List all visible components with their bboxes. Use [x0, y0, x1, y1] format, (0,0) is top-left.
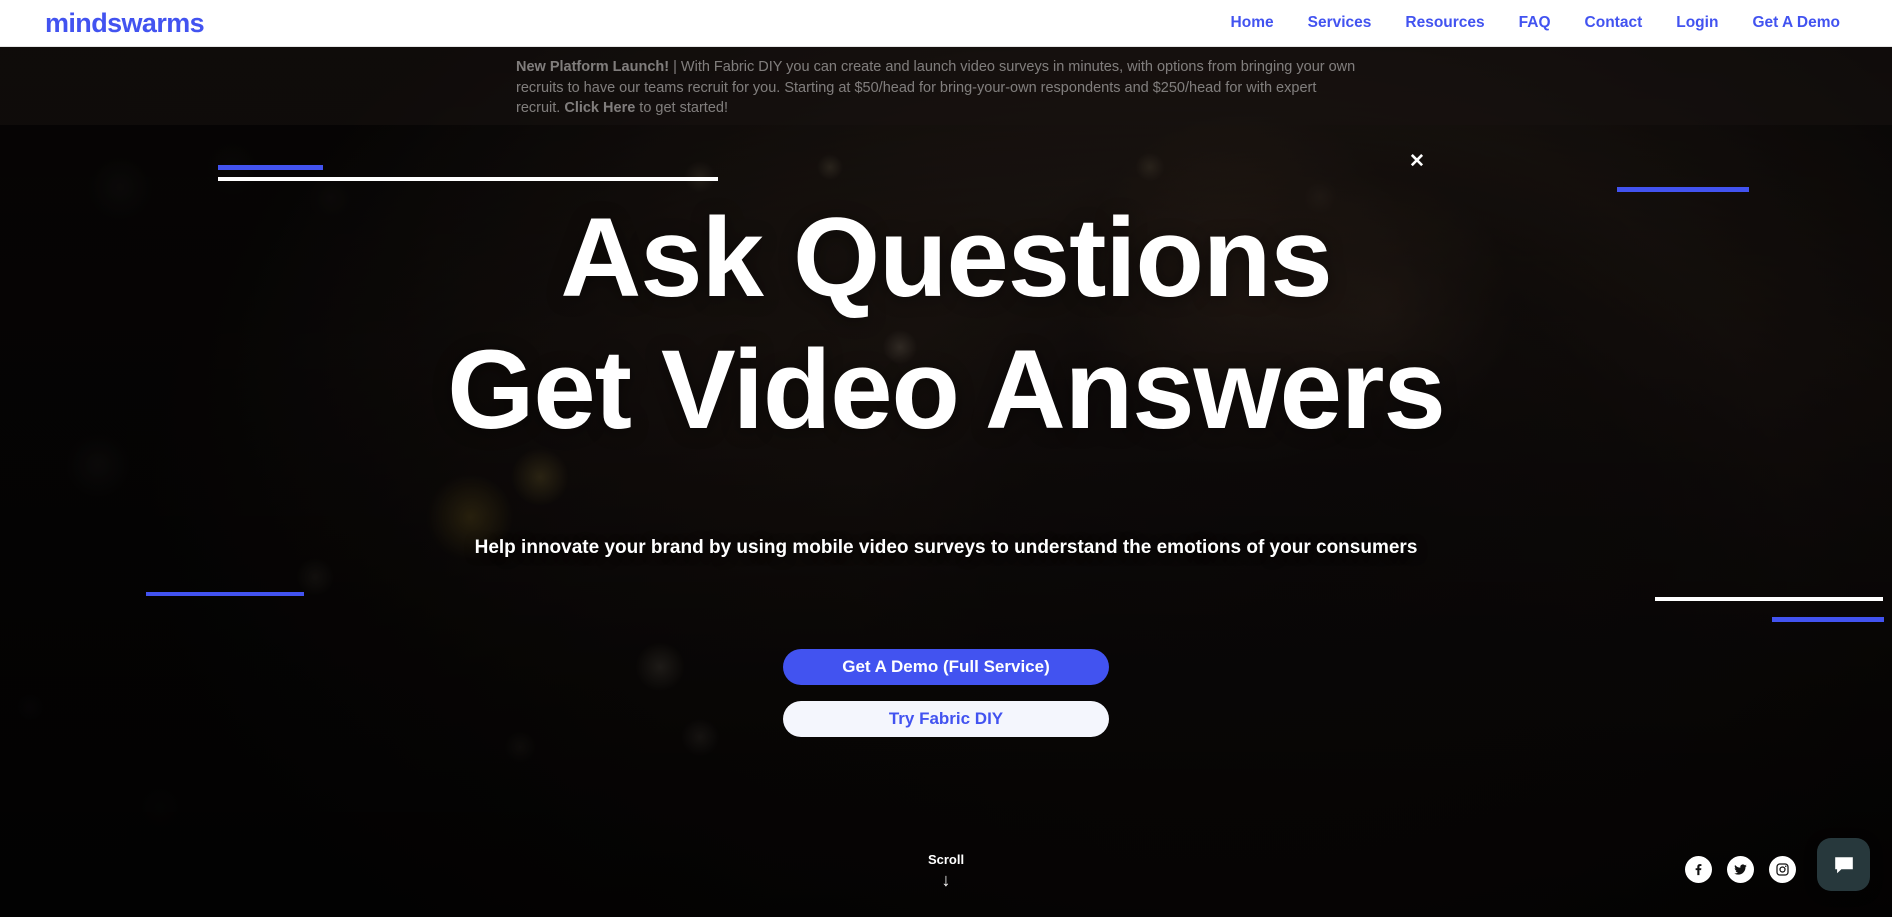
social-links [1685, 856, 1796, 883]
twitter-icon[interactable] [1727, 856, 1754, 883]
hero-content: Ask Questions Get Video Answers Help inn… [0, 47, 1892, 917]
brand-logo[interactable]: mindswarms [45, 8, 205, 39]
scroll-indicator[interactable]: Scroll ↓ [0, 852, 1892, 889]
hero-cta-group: Get A Demo (Full Service) Try Fabric DIY [0, 649, 1892, 737]
instagram-icon[interactable] [1769, 856, 1796, 883]
try-fabric-diy-button[interactable]: Try Fabric DIY [783, 701, 1109, 737]
top-navigation-bar: mindswarms Home Services Resources FAQ C… [0, 0, 1892, 47]
get-a-demo-button[interactable]: Get A Demo (Full Service) [783, 649, 1109, 685]
nav-item-resources[interactable]: Resources [1405, 14, 1484, 32]
headline-line-1: Ask Questions [560, 195, 1332, 320]
nav-item-services[interactable]: Services [1308, 14, 1372, 32]
nav-item-contact[interactable]: Contact [1585, 14, 1643, 32]
chat-bubble-icon [1834, 856, 1853, 873]
close-icon[interactable]: ✕ [1405, 150, 1429, 174]
nav-item-faq[interactable]: FAQ [1519, 14, 1551, 32]
arrow-down-icon: ↓ [941, 870, 951, 890]
nav-item-home[interactable]: Home [1231, 14, 1274, 32]
announcement-banner [0, 47, 1892, 125]
headline-line-2: Get Video Answers [447, 327, 1446, 452]
page-title: Ask Questions Get Video Answers [0, 192, 1892, 456]
hero-section: New Platform Launch! | With Fabric DIY y… [0, 47, 1892, 917]
nav-item-get-a-demo[interactable]: Get A Demo [1752, 14, 1840, 32]
facebook-icon[interactable] [1685, 856, 1712, 883]
nav-item-login[interactable]: Login [1676, 14, 1718, 32]
hero-subheadline: Help innovate your brand by using mobile… [474, 537, 1418, 558]
scroll-label: Scroll [927, 852, 965, 867]
chat-widget-button[interactable] [1817, 838, 1870, 891]
main-navigation: Home Services Resources FAQ Contact Logi… [1231, 14, 1840, 32]
